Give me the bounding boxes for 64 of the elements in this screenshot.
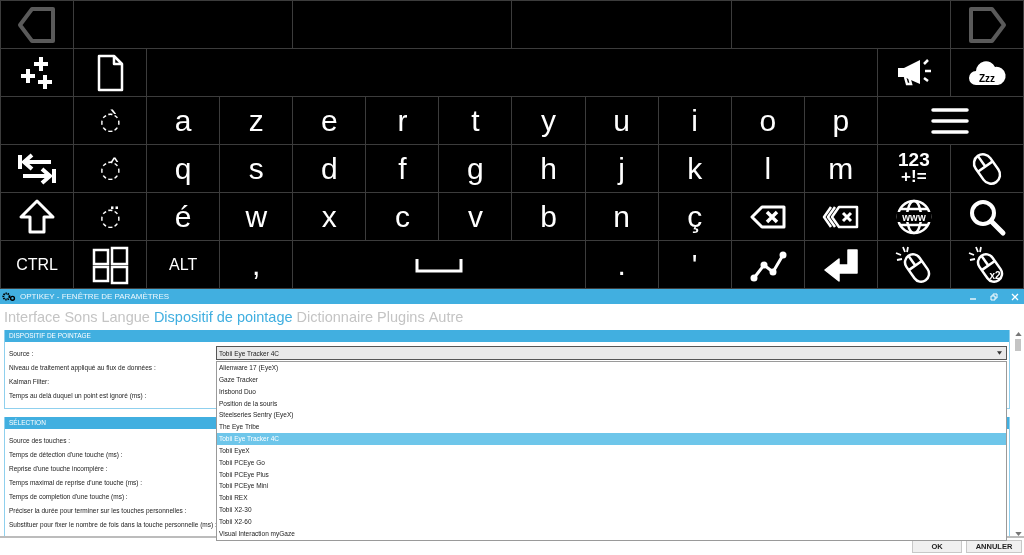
click-key[interactable] — [877, 241, 950, 288]
search-key[interactable] — [950, 193, 1023, 240]
letter-key[interactable]: s — [220, 145, 293, 192]
letter-key[interactable]: w — [220, 193, 293, 240]
symbols-key[interactable]: 123 +!= — [877, 145, 950, 192]
letter-key[interactable]: c — [366, 193, 439, 240]
sleep-key[interactable]: Zzz — [950, 49, 1023, 96]
accent-key[interactable]: ◌̀ — [74, 97, 147, 144]
letter-key[interactable]: h — [512, 145, 585, 192]
accent-key[interactable]: ◌̈ — [74, 193, 147, 240]
letter-key[interactable]: ç — [658, 193, 731, 240]
caret-icon — [997, 351, 1002, 355]
letter-key[interactable]: l — [731, 145, 804, 192]
letter-key[interactable]: n — [585, 193, 658, 240]
letter-key[interactable]: b — [512, 193, 585, 240]
letter-key[interactable]: y — [512, 97, 585, 144]
modifier-key[interactable]: CTRL — [1, 241, 74, 288]
shift-key[interactable] — [1, 193, 74, 240]
backspace-key[interactable] — [731, 193, 804, 240]
add-key[interactable] — [1, 49, 74, 96]
letter-key[interactable]: p — [804, 97, 877, 144]
letter-key[interactable]: o — [731, 97, 804, 144]
scrollbar[interactable] — [1014, 330, 1022, 536]
enter-key[interactable] — [804, 241, 877, 288]
letter-key[interactable]: e — [293, 97, 366, 144]
gears-icon — [2, 291, 16, 302]
modifier-key[interactable]: ALT — [147, 241, 220, 288]
letter-key[interactable]: r — [366, 97, 439, 144]
doubleclick-key[interactable]: x2 — [950, 241, 1023, 288]
scroll-thumb[interactable] — [1015, 339, 1021, 351]
megaphone-key[interactable] — [877, 49, 950, 96]
letter-key[interactable]: u — [585, 97, 658, 144]
menu-key[interactable] — [877, 97, 1023, 144]
letter-key[interactable]: i — [658, 97, 731, 144]
letter-key[interactable]: m — [804, 145, 877, 192]
letter-key[interactable]: é — [147, 193, 220, 240]
letter-key[interactable]: . — [585, 241, 658, 288]
left-arrow-icon — [17, 4, 58, 45]
right-arrow-icon — [966, 4, 1007, 45]
document-key[interactable] — [74, 49, 147, 96]
letter-key[interactable]: v — [439, 193, 512, 240]
letter-key[interactable]: ' — [658, 241, 731, 288]
windows-key[interactable] — [74, 241, 147, 288]
mouse-key[interactable] — [950, 145, 1023, 192]
letter-key[interactable]: , — [220, 241, 293, 288]
web-key[interactable]: www — [877, 193, 950, 240]
scroll-up-icon[interactable] — [1014, 332, 1022, 336]
backword-key[interactable] — [804, 193, 877, 240]
windows-icon — [90, 244, 131, 285]
letter-key[interactable]: k — [658, 145, 731, 192]
letter-key[interactable]: t — [439, 97, 512, 144]
letter-key[interactable]: a — [147, 97, 220, 144]
graph-key[interactable] — [731, 241, 804, 288]
letter-key[interactable]: g — [439, 145, 512, 192]
letter-key[interactable]: j — [585, 145, 658, 192]
letter-key[interactable]: x — [293, 193, 366, 240]
scroll-down-icon[interactable] — [1014, 532, 1022, 536]
letter-key[interactable]: f — [366, 145, 439, 192]
letter-key[interactable]: d — [293, 145, 366, 192]
letter-key[interactable]: z — [220, 97, 293, 144]
letter-key[interactable]: q — [147, 145, 220, 192]
accent-key[interactable]: ◌̂ — [74, 145, 147, 192]
swap-key[interactable] — [1, 145, 74, 192]
window-title: OPTIKEY - FENÊTRE DE PARAMÈTRES — [20, 292, 170, 301]
